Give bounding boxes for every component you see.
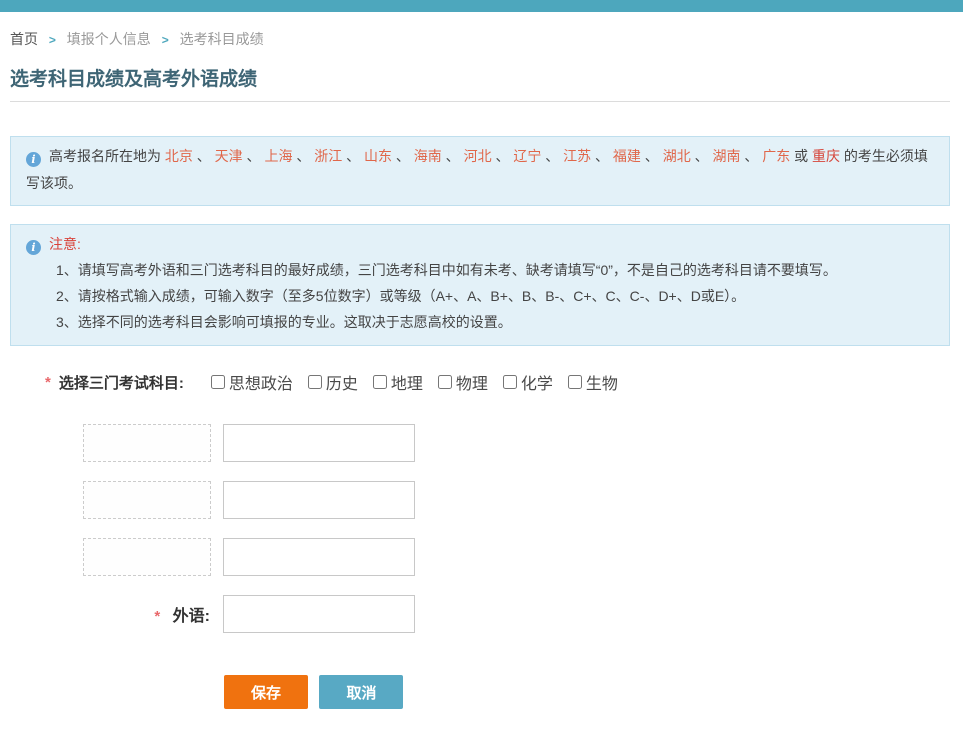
- subject-checkbox-label: 思想政治: [229, 370, 293, 394]
- score-row-3: [83, 538, 950, 576]
- subject-checkbox-label: 地理: [391, 370, 423, 394]
- score-row-1: [83, 424, 950, 462]
- province-link: 浙江: [314, 148, 342, 164]
- province-link: 江苏: [563, 148, 591, 164]
- save-button[interactable]: 保存: [224, 675, 308, 709]
- province-link: 上海: [264, 148, 292, 164]
- subject-checkbox-label: 化学: [521, 370, 553, 394]
- province-link: 福建: [613, 148, 641, 164]
- info-icon: i: [26, 152, 41, 167]
- subject-slot-2: [83, 481, 211, 519]
- score-row-2: [83, 481, 950, 519]
- region-notice-text: i 高考报名所在地为 北京 、 天津 、 上海 、 浙江 、 山东 、 海南 、 …: [26, 143, 934, 197]
- chevron-right-icon: >: [162, 33, 169, 47]
- breadcrumb-item-home[interactable]: 首页: [10, 31, 38, 47]
- score-rows: [83, 424, 950, 576]
- title-divider: [10, 101, 950, 102]
- attention-line: 2、请按格式输入成绩，可输入数字（至多5位数字）或等级（A+、A、B+、B、B-…: [56, 283, 934, 309]
- breadcrumb-item-personal-info[interactable]: 填报个人信息: [67, 31, 151, 47]
- breadcrumb-item-current: 选考科目成绩: [180, 31, 264, 47]
- attention-lines: 1、请填写高考外语和三门选考科目的最好成绩，三门选考科目中如有未考、缺考请填写“…: [56, 257, 934, 335]
- chevron-right-icon: >: [49, 33, 56, 47]
- province-link: 河北: [464, 148, 492, 164]
- breadcrumb: 首页 > 填报个人信息 > 选考科目成绩: [10, 29, 950, 49]
- subject-checkbox-label: 物理: [456, 370, 488, 394]
- attention-line: 1、请填写高考外语和三门选考科目的最好成绩，三门选考科目中如有未考、缺考请填写“…: [56, 257, 934, 283]
- page-title: 选考科目成绩及高考外语成绩: [10, 64, 950, 91]
- subject-slot-1: [83, 424, 211, 462]
- page-content: 首页 > 填报个人信息 > 选考科目成绩 选考科目成绩及高考外语成绩 i 高考报名…: [0, 29, 963, 749]
- score-input-3[interactable]: [223, 538, 415, 576]
- subject-checkbox-3[interactable]: [373, 375, 387, 389]
- attention-title-row: i 注意:: [26, 231, 934, 257]
- subject-checkbox-item-3[interactable]: 地理: [373, 370, 423, 394]
- subject-checkbox-item-6[interactable]: 生物: [568, 370, 618, 394]
- required-marker: *: [45, 374, 51, 391]
- subject-checkbox-group: 思想政治 历史 地理 物理 化学 生物: [211, 370, 633, 394]
- subject-checkbox-label: 生物: [586, 370, 618, 394]
- subject-checkbox-item-1[interactable]: 思想政治: [211, 370, 293, 394]
- subject-checkbox-2[interactable]: [308, 375, 322, 389]
- subject-checkbox-item-4[interactable]: 物理: [438, 370, 488, 394]
- province-link: 广东: [762, 148, 790, 164]
- province-link: 湖南: [712, 148, 740, 164]
- top-accent-bar: [0, 0, 963, 12]
- attention-notice-box: i 注意: 1、请填写高考外语和三门选考科目的最好成绩，三门选考科目中如有未考、缺…: [10, 224, 950, 346]
- province-link: 天津: [215, 148, 243, 164]
- score-input-1[interactable]: [223, 424, 415, 462]
- province-link: 山东: [364, 148, 392, 164]
- province-link: 湖北: [663, 148, 691, 164]
- subject-checkbox-6[interactable]: [568, 375, 582, 389]
- province-list: 北京 、 天津 、 上海 、 浙江 、 山东 、 海南 、 河北 、 辽宁 、 …: [165, 148, 840, 164]
- subjects-label: 选择三门考试科目:: [59, 372, 184, 393]
- subject-checkbox-5[interactable]: [503, 375, 517, 389]
- foreign-language-input[interactable]: [223, 595, 415, 633]
- subject-checkbox-1[interactable]: [211, 375, 225, 389]
- region-notice-prefix: 高考报名所在地为: [49, 148, 165, 164]
- subjects-select-row: * 选择三门考试科目: 思想政治 历史 地理 物理 化学 生物: [45, 370, 950, 394]
- subject-slot-3: [83, 538, 211, 576]
- foreign-language-row: * 外语:: [10, 595, 950, 633]
- foreign-language-label-box: * 外语:: [10, 602, 211, 626]
- info-icon: i: [26, 240, 41, 255]
- form-actions: 保存 取消: [224, 675, 950, 709]
- subject-checkbox-item-5[interactable]: 化学: [503, 370, 553, 394]
- province-link-emphasis: 重庆: [812, 148, 840, 164]
- attention-line: 3、选择不同的选考科目会影响可填报的专业。这取决于志愿高校的设置。: [56, 309, 934, 335]
- province-link: 北京: [165, 148, 193, 164]
- subject-checkbox-4[interactable]: [438, 375, 452, 389]
- foreign-language-label: 外语:: [173, 608, 210, 625]
- region-notice-box: i 高考报名所在地为 北京 、 天津 、 上海 、 浙江 、 山东 、 海南 、 …: [10, 136, 950, 206]
- subject-checkbox-item-2[interactable]: 历史: [308, 370, 358, 394]
- province-link: 辽宁: [513, 148, 541, 164]
- province-link: 海南: [414, 148, 442, 164]
- subject-checkbox-label: 历史: [326, 370, 358, 394]
- required-marker: *: [154, 608, 160, 625]
- attention-title: 注意:: [49, 236, 81, 252]
- score-input-2[interactable]: [223, 481, 415, 519]
- cancel-button[interactable]: 取消: [319, 675, 403, 709]
